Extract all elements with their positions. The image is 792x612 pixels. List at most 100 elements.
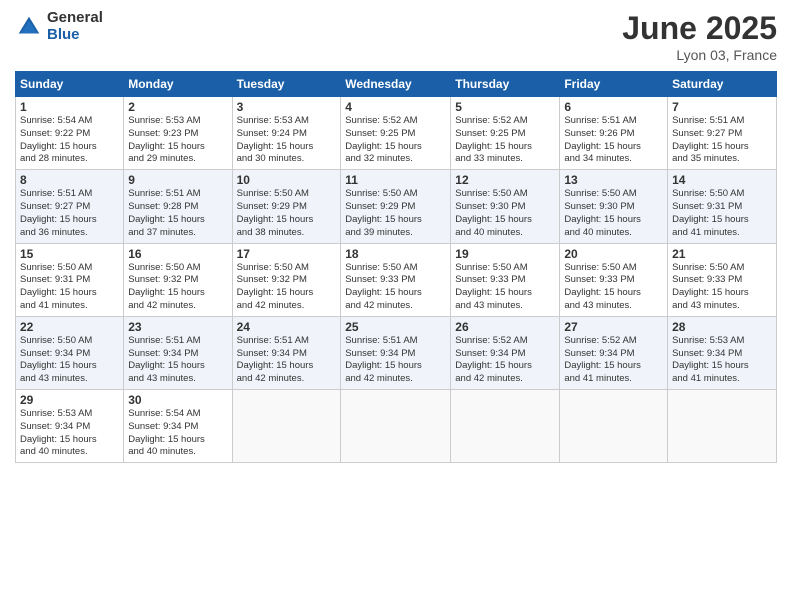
day-number: 8 (20, 173, 119, 187)
day-info: Sunrise: 5:51 AM Sunset: 9:34 PM Dayligh… (128, 335, 227, 386)
day-info: Sunrise: 5:50 AM Sunset: 9:33 PM Dayligh… (564, 262, 663, 313)
day-info: Sunrise: 5:52 AM Sunset: 9:34 PM Dayligh… (455, 335, 555, 386)
day-number: 23 (128, 320, 227, 334)
col-friday: Friday (560, 72, 668, 97)
table-row: 26 Sunrise: 5:52 AM Sunset: 9:34 PM Dayl… (451, 316, 560, 389)
day-number: 11 (345, 173, 446, 187)
day-number: 24 (237, 320, 337, 334)
day-info: Sunrise: 5:50 AM Sunset: 9:30 PM Dayligh… (564, 188, 663, 239)
day-info: Sunrise: 5:50 AM Sunset: 9:33 PM Dayligh… (345, 262, 446, 313)
table-row: 21 Sunrise: 5:50 AM Sunset: 9:33 PM Dayl… (668, 243, 777, 316)
table-row: 20 Sunrise: 5:50 AM Sunset: 9:33 PM Dayl… (560, 243, 668, 316)
table-row: 28 Sunrise: 5:53 AM Sunset: 9:34 PM Dayl… (668, 316, 777, 389)
table-row (232, 390, 341, 463)
day-number: 9 (128, 173, 227, 187)
table-row: 7 Sunrise: 5:51 AM Sunset: 9:27 PM Dayli… (668, 97, 777, 170)
day-number: 13 (564, 173, 663, 187)
col-thursday: Thursday (451, 72, 560, 97)
header: General Blue June 2025 Lyon 03, France (15, 10, 777, 63)
day-number: 6 (564, 100, 663, 114)
table-row: 22 Sunrise: 5:50 AM Sunset: 9:34 PM Dayl… (16, 316, 124, 389)
day-number: 20 (564, 247, 663, 261)
table-row: 16 Sunrise: 5:50 AM Sunset: 9:32 PM Dayl… (124, 243, 232, 316)
week-row: 1 Sunrise: 5:54 AM Sunset: 9:22 PM Dayli… (16, 97, 777, 170)
table-row: 2 Sunrise: 5:53 AM Sunset: 9:23 PM Dayli… (124, 97, 232, 170)
day-info: Sunrise: 5:53 AM Sunset: 9:34 PM Dayligh… (20, 408, 119, 459)
day-info: Sunrise: 5:50 AM Sunset: 9:32 PM Dayligh… (128, 262, 227, 313)
title-block: June 2025 Lyon 03, France (622, 10, 777, 63)
logo-general: General (47, 10, 103, 27)
header-row: Sunday Monday Tuesday Wednesday Thursday… (16, 72, 777, 97)
day-info: Sunrise: 5:50 AM Sunset: 9:33 PM Dayligh… (672, 262, 772, 313)
day-info: Sunrise: 5:50 AM Sunset: 9:29 PM Dayligh… (237, 188, 337, 239)
day-number: 15 (20, 247, 119, 261)
table-row: 30 Sunrise: 5:54 AM Sunset: 9:34 PM Dayl… (124, 390, 232, 463)
table-row (451, 390, 560, 463)
day-info: Sunrise: 5:51 AM Sunset: 9:26 PM Dayligh… (564, 115, 663, 166)
day-info: Sunrise: 5:51 AM Sunset: 9:28 PM Dayligh… (128, 188, 227, 239)
day-number: 22 (20, 320, 119, 334)
table-row: 15 Sunrise: 5:50 AM Sunset: 9:31 PM Dayl… (16, 243, 124, 316)
table-row: 1 Sunrise: 5:54 AM Sunset: 9:22 PM Dayli… (16, 97, 124, 170)
day-number: 3 (237, 100, 337, 114)
table-row: 10 Sunrise: 5:50 AM Sunset: 9:29 PM Dayl… (232, 170, 341, 243)
day-info: Sunrise: 5:50 AM Sunset: 9:34 PM Dayligh… (20, 335, 119, 386)
week-row: 22 Sunrise: 5:50 AM Sunset: 9:34 PM Dayl… (16, 316, 777, 389)
table-row: 11 Sunrise: 5:50 AM Sunset: 9:29 PM Dayl… (341, 170, 451, 243)
table-row: 29 Sunrise: 5:53 AM Sunset: 9:34 PM Dayl… (16, 390, 124, 463)
week-row: 8 Sunrise: 5:51 AM Sunset: 9:27 PM Dayli… (16, 170, 777, 243)
day-info: Sunrise: 5:51 AM Sunset: 9:34 PM Dayligh… (237, 335, 337, 386)
page: General Blue June 2025 Lyon 03, France S… (0, 0, 792, 612)
day-number: 28 (672, 320, 772, 334)
day-number: 25 (345, 320, 446, 334)
day-number: 16 (128, 247, 227, 261)
col-monday: Monday (124, 72, 232, 97)
col-sunday: Sunday (16, 72, 124, 97)
table-row: 6 Sunrise: 5:51 AM Sunset: 9:26 PM Dayli… (560, 97, 668, 170)
day-info: Sunrise: 5:50 AM Sunset: 9:31 PM Dayligh… (672, 188, 772, 239)
table-row: 8 Sunrise: 5:51 AM Sunset: 9:27 PM Dayli… (16, 170, 124, 243)
logo-text: General Blue (47, 10, 103, 43)
day-info: Sunrise: 5:53 AM Sunset: 9:34 PM Dayligh… (672, 335, 772, 386)
logo-icon (15, 13, 43, 41)
day-info: Sunrise: 5:53 AM Sunset: 9:23 PM Dayligh… (128, 115, 227, 166)
day-number: 10 (237, 173, 337, 187)
day-number: 7 (672, 100, 772, 114)
day-info: Sunrise: 5:53 AM Sunset: 9:24 PM Dayligh… (237, 115, 337, 166)
table-row: 13 Sunrise: 5:50 AM Sunset: 9:30 PM Dayl… (560, 170, 668, 243)
day-info: Sunrise: 5:50 AM Sunset: 9:33 PM Dayligh… (455, 262, 555, 313)
day-info: Sunrise: 5:52 AM Sunset: 9:25 PM Dayligh… (455, 115, 555, 166)
table-row: 9 Sunrise: 5:51 AM Sunset: 9:28 PM Dayli… (124, 170, 232, 243)
day-info: Sunrise: 5:50 AM Sunset: 9:30 PM Dayligh… (455, 188, 555, 239)
table-row: 23 Sunrise: 5:51 AM Sunset: 9:34 PM Dayl… (124, 316, 232, 389)
day-info: Sunrise: 5:50 AM Sunset: 9:31 PM Dayligh… (20, 262, 119, 313)
day-number: 18 (345, 247, 446, 261)
day-number: 5 (455, 100, 555, 114)
table-row (668, 390, 777, 463)
table-row (560, 390, 668, 463)
table-row: 14 Sunrise: 5:50 AM Sunset: 9:31 PM Dayl… (668, 170, 777, 243)
table-row: 12 Sunrise: 5:50 AM Sunset: 9:30 PM Dayl… (451, 170, 560, 243)
table-row: 3 Sunrise: 5:53 AM Sunset: 9:24 PM Dayli… (232, 97, 341, 170)
day-info: Sunrise: 5:52 AM Sunset: 9:25 PM Dayligh… (345, 115, 446, 166)
day-number: 30 (128, 393, 227, 407)
day-number: 29 (20, 393, 119, 407)
table-row: 5 Sunrise: 5:52 AM Sunset: 9:25 PM Dayli… (451, 97, 560, 170)
day-info: Sunrise: 5:51 AM Sunset: 9:34 PM Dayligh… (345, 335, 446, 386)
col-tuesday: Tuesday (232, 72, 341, 97)
table-row: 17 Sunrise: 5:50 AM Sunset: 9:32 PM Dayl… (232, 243, 341, 316)
week-row: 15 Sunrise: 5:50 AM Sunset: 9:31 PM Dayl… (16, 243, 777, 316)
calendar: Sunday Monday Tuesday Wednesday Thursday… (15, 71, 777, 463)
logo: General Blue (15, 10, 103, 43)
day-number: 17 (237, 247, 337, 261)
day-number: 27 (564, 320, 663, 334)
table-row: 4 Sunrise: 5:52 AM Sunset: 9:25 PM Dayli… (341, 97, 451, 170)
day-number: 1 (20, 100, 119, 114)
table-row: 24 Sunrise: 5:51 AM Sunset: 9:34 PM Dayl… (232, 316, 341, 389)
table-row: 27 Sunrise: 5:52 AM Sunset: 9:34 PM Dayl… (560, 316, 668, 389)
day-number: 26 (455, 320, 555, 334)
logo-blue: Blue (47, 27, 103, 44)
day-info: Sunrise: 5:50 AM Sunset: 9:29 PM Dayligh… (345, 188, 446, 239)
location: Lyon 03, France (622, 47, 777, 63)
day-number: 21 (672, 247, 772, 261)
